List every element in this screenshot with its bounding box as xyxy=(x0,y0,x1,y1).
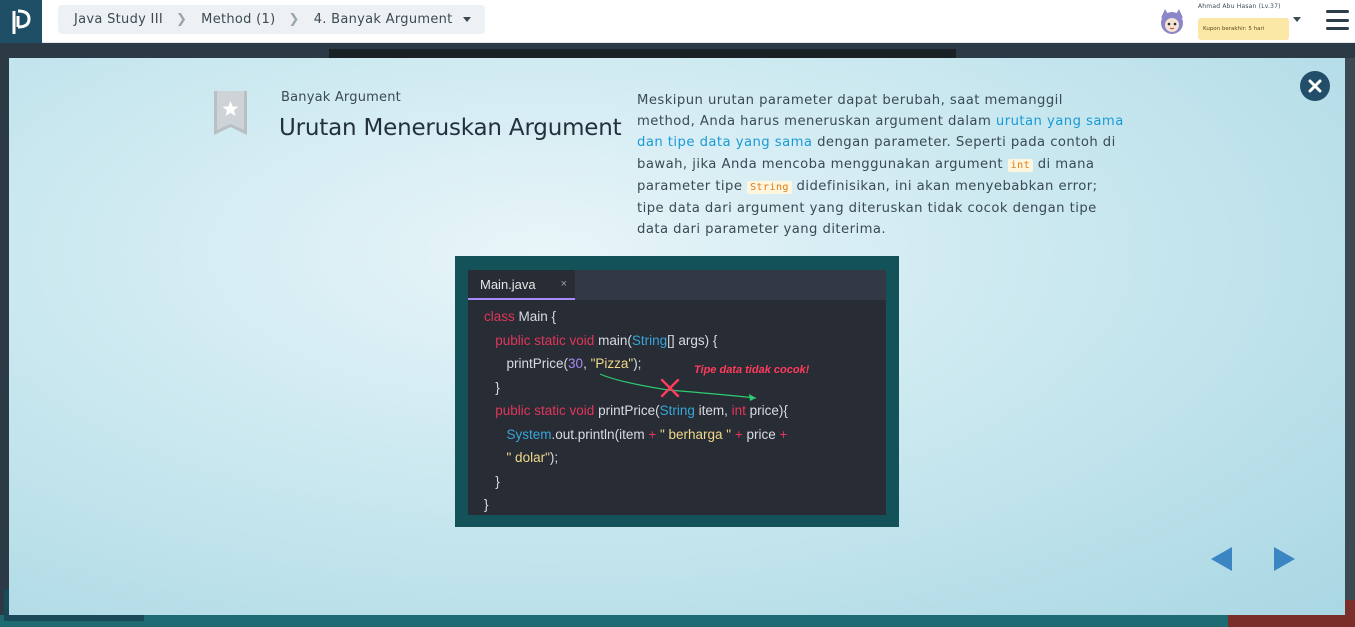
breadcrumb-item-lesson[interactable]: 4. Banyak Argument xyxy=(314,12,453,27)
close-icon[interactable] xyxy=(1300,71,1330,101)
slide-subtitle: Banyak Argument xyxy=(281,90,401,105)
bookmark-star-icon[interactable] xyxy=(214,91,247,135)
code-example-image: Main.java × class Main { public static v… xyxy=(455,256,899,527)
chevron-down-icon[interactable] xyxy=(462,17,471,22)
avatar[interactable] xyxy=(1156,5,1188,37)
inline-code-int: int xyxy=(1007,158,1034,172)
slide-description: Meskipun urutan parameter dapat berubah,… xyxy=(637,90,1125,240)
next-slide-button[interactable] xyxy=(1274,547,1295,571)
error-arrow-icon xyxy=(599,373,757,401)
previous-slide-button[interactable] xyxy=(1211,547,1232,571)
code-editor: Main.java × class Main { public static v… xyxy=(468,270,886,515)
breadcrumb-item-chapter[interactable]: Method (1) xyxy=(201,12,275,27)
breadcrumb-item-course[interactable]: Java Study III xyxy=(74,12,163,27)
breadcrumb[interactable]: Java Study III ❯ Method (1) ❯ 4. Banyak … xyxy=(58,5,485,34)
chevron-right-icon: ❯ xyxy=(175,12,188,27)
slide-title: Urutan Meneruskan Argument xyxy=(279,115,622,141)
top-header: Java Study III ❯ Method (1) ❯ 4. Banyak … xyxy=(0,0,1355,43)
hamburger-menu-icon[interactable] xyxy=(1326,10,1349,30)
inline-code-string: String xyxy=(747,180,792,194)
error-label: Tipe data tidak cocok! xyxy=(694,364,810,376)
chevron-right-icon: ❯ xyxy=(288,12,300,27)
background-right-strip xyxy=(1345,58,1355,627)
slide-modal: Banyak Argument Urutan Meneruskan Argume… xyxy=(9,58,1345,615)
background-bottom-bar xyxy=(0,615,1355,627)
background-video-strip xyxy=(329,49,956,58)
app-logo-icon[interactable] xyxy=(0,0,42,43)
coupon-badge[interactable]: Kupon berakhir: 5 hari xyxy=(1198,18,1289,40)
chevron-down-icon[interactable] xyxy=(1293,17,1301,22)
user-name[interactable]: Ahmad Abu Hasan (Lv.37) xyxy=(1198,3,1281,10)
